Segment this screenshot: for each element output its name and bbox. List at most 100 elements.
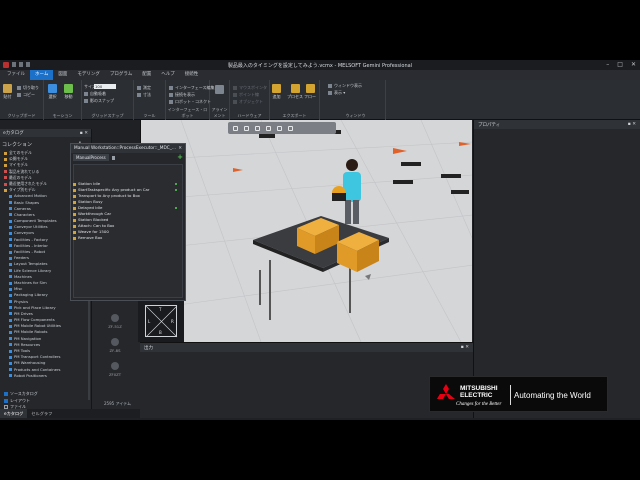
move-button[interactable]: 移動 [64, 84, 73, 100]
view-layers-icon[interactable] [277, 125, 282, 131]
filter-checkbox[interactable]: ソースカタログ [4, 391, 38, 398]
minimize-icon[interactable]: – [606, 62, 609, 68]
folder-icon [9, 201, 12, 205]
trash-icon[interactable] [111, 155, 115, 160]
bottom-tab-1[interactable]: セルグラフ [27, 409, 56, 418]
statement-icon [73, 206, 76, 210]
dimension-button[interactable]: 寸法 [137, 92, 151, 98]
navcube-bottom[interactable]: B [159, 330, 162, 335]
folder-icon [9, 244, 12, 248]
3d-viewport[interactable] [140, 120, 472, 342]
align-icon [215, 85, 224, 94]
ribbon-group-export: 追加 プロセス フロー エクスポート [270, 80, 320, 120]
active-indicator-icon [175, 183, 177, 185]
folder-icon [9, 275, 12, 279]
navcube-right[interactable]: R [171, 319, 174, 324]
paste-button[interactable]: 貼付 [3, 84, 12, 100]
layout-item-1[interactable]: ポイント線 [233, 92, 259, 98]
view-render-icon[interactable] [266, 125, 271, 131]
manual-process-window: Manual Workstation::ProcessExecutor::_MD… [70, 143, 186, 301]
navcube-left[interactable]: L [148, 319, 150, 324]
add-button[interactable]: 追加 [272, 84, 281, 100]
ribbon-group-manipulation: 選択 移動 モーション [44, 80, 82, 120]
checkbox-icon[interactable] [4, 392, 8, 397]
window-show-button[interactable]: ウィンドウ表示 [328, 83, 362, 89]
ribbon-tab-2[interactable]: 図面 [53, 70, 72, 80]
manual-window-tabbar: ManualProcess + [71, 153, 185, 162]
model-thumbnail-icon [111, 314, 119, 322]
bottom-tab-0[interactable]: eカタログ [0, 409, 28, 418]
ribbon-tab-1[interactable]: ホーム [30, 70, 54, 80]
folder-icon [4, 157, 7, 161]
maximize-icon[interactable]: □ [617, 62, 623, 68]
navcube-top[interactable]: T [159, 307, 161, 312]
tree-item[interactable]: Robot Positioners [4, 373, 88, 379]
ribbon-tab-6[interactable]: ヘルプ [156, 70, 180, 80]
robot-icon [169, 100, 173, 104]
auto-snap-toggle[interactable]: 自動吸着 [84, 91, 106, 97]
ribbon-group-layout: マウスポインタ ポイント線 オブジェクト ハードウェア [230, 80, 270, 120]
scissors-icon [17, 86, 21, 90]
pin-icon[interactable]: ▪ ✕ [461, 345, 469, 350]
view-camera-icon[interactable] [255, 125, 260, 131]
process-step[interactable]: Remove Box [73, 235, 177, 241]
process-step-list: Station Idle StartTaskspecific Any produc… [73, 181, 177, 241]
brand-banner: MITSUBISHI ELECTRIC Changes for the Bett… [429, 376, 608, 412]
ribbon-tab-0[interactable]: ファイル [2, 70, 30, 80]
robot-connect-button[interactable]: ロボット・コネクト [169, 99, 211, 105]
move-icon [64, 84, 73, 93]
object-icon [233, 100, 237, 104]
tab-manual-process[interactable]: ManualProcess [73, 154, 109, 161]
layout-item-2[interactable]: オブジェクト [233, 99, 263, 105]
ribbon-tab-4[interactable]: プログラム [105, 70, 137, 80]
display-dropdown[interactable]: 表示 ▾ [328, 90, 345, 96]
shadow-snap-toggle[interactable]: 影のスナップ [84, 98, 114, 104]
process-button[interactable]: プロセス [287, 84, 303, 100]
folder-icon [4, 188, 7, 192]
close-icon[interactable]: ✕ [178, 146, 182, 151]
checkbox-icon[interactable] [4, 398, 8, 403]
pin-icon[interactable]: ▪ ✕ [80, 131, 88, 136]
catalog-preview-item[interactable]: ZF0ZT [104, 362, 126, 377]
add-step-button[interactable]: + [177, 154, 183, 161]
catalog-preview-item[interactable]: ZF-8S [104, 338, 126, 353]
ecatalog-header: eカタログ ▪ ✕ [0, 129, 91, 137]
select-button[interactable]: 選択 [48, 84, 57, 100]
folder-icon [9, 361, 12, 365]
show-connections-button[interactable]: 接続を表示 [169, 92, 195, 98]
pin-icon[interactable]: ▪ ✕ [628, 122, 636, 127]
align-button[interactable] [215, 85, 224, 95]
view-zoom-icon[interactable] [244, 125, 249, 131]
line-icon [233, 93, 237, 97]
cut-button[interactable]: 切り取り [17, 85, 39, 91]
layout-item-0[interactable]: マウスポインタ [233, 85, 267, 91]
folder-icon [9, 213, 12, 217]
folder-icon [9, 368, 12, 372]
ribbon-tabs: ファイル ホーム 図面 モデリング プログラム 配置 ヘルプ 接続性 [0, 70, 640, 80]
tree-item-label: Robot Positioners [14, 372, 47, 378]
navigation-cube[interactable]: T L B R [138, 300, 184, 342]
properties-header: プロパティ ▪ ✕ [474, 120, 640, 129]
ribbon: 貼付 切り取り コピー クリップボード 選択 移動 モーション サイズ 100 … [0, 80, 640, 120]
output-header: 出力 ▪ ✕ [140, 343, 473, 352]
statement-icon [73, 182, 76, 186]
add-icon [272, 84, 281, 93]
ribbon-tab-3[interactable]: モデリング [72, 70, 105, 80]
close-icon[interactable]: ✕ [631, 62, 636, 68]
ribbon-tab-5[interactable]: 配置 [137, 70, 156, 80]
preview-label: ZF-51Z [108, 324, 122, 329]
flow-button[interactable]: フロー [304, 84, 316, 100]
dimension-icon [137, 93, 141, 97]
catalog-preview-item[interactable]: ZF-51Z [104, 314, 126, 329]
copy-button[interactable]: コピー [17, 92, 35, 98]
interface-edit-button[interactable]: インターフェース編集 [169, 85, 215, 91]
folder-icon [9, 207, 12, 211]
measure-button[interactable]: 測定 [137, 85, 151, 91]
view-fit-icon[interactable] [233, 125, 238, 131]
folder-icon [9, 219, 12, 223]
snap-size-input[interactable]: 100 [94, 84, 116, 89]
statement-icon [73, 224, 76, 228]
manual-window-titlebar[interactable]: Manual Workstation::ProcessExecutor::_MD… [71, 144, 185, 153]
view-settings-icon[interactable] [288, 125, 293, 131]
ribbon-tab-7[interactable]: 接続性 [180, 70, 204, 80]
